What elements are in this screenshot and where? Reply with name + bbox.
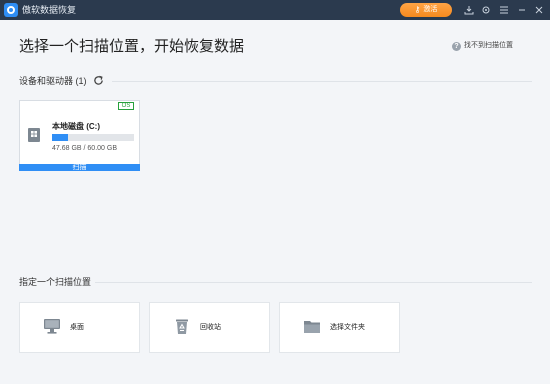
activate-button[interactable]: ⚷ 激活 [400,3,452,17]
app-logo-icon [4,3,18,17]
refresh-icon[interactable] [93,75,104,86]
folder-icon [304,321,320,333]
help-link[interactable]: ? 找不到扫描位置 [452,41,513,51]
scan-button[interactable]: 扫描 [19,164,140,171]
locations-section-label: 指定一个扫描位置 [19,277,92,287]
title-bar: 傲软数据恢复 ⚷ 激活 [0,0,550,20]
location-label: 桌面 [70,324,84,331]
key-icon: ⚷ [414,5,421,14]
help-link-label: 找不到扫描位置 [464,42,513,49]
location-label: 选择文件夹 [330,324,365,331]
location-select-folder[interactable]: 选择文件夹 [279,302,400,353]
drive-size: 47.68 GB / 60.00 GB [52,145,117,152]
download-icon[interactable] [462,3,476,17]
location-desktop[interactable]: 桌面 [19,302,140,353]
app-title: 傲软数据恢复 [22,5,77,15]
locations-divider [95,282,532,283]
drive-usage-bar [52,134,134,141]
activate-label: 激活 [423,6,438,13]
close-icon[interactable] [532,3,546,17]
question-icon: ? [452,41,461,51]
windows-drive-icon [28,128,40,142]
devices-divider [112,81,532,82]
drive-card-c[interactable]: OS 本地磁盘 (C:) 47.68 GB / 60.00 GB 扫描 [19,100,140,171]
location-label: 回收站 [200,324,221,331]
location-recycle-bin[interactable]: 回收站 [149,302,270,353]
settings-icon[interactable] [479,3,493,17]
recycle-bin-icon [176,319,188,334]
minimize-icon[interactable] [515,3,529,17]
drive-usage-fill [52,134,69,141]
scan-button-label: 扫描 [72,164,87,171]
page-title: 选择一个扫描位置，开始恢复数据 [19,38,245,55]
os-badge: OS [118,102,134,110]
drive-name: 本地磁盘 (C:) [52,122,100,131]
devices-section-label: 设备和驱动器 (1) [19,76,87,86]
desktop-icon [44,319,60,334]
menu-icon[interactable] [497,3,511,17]
